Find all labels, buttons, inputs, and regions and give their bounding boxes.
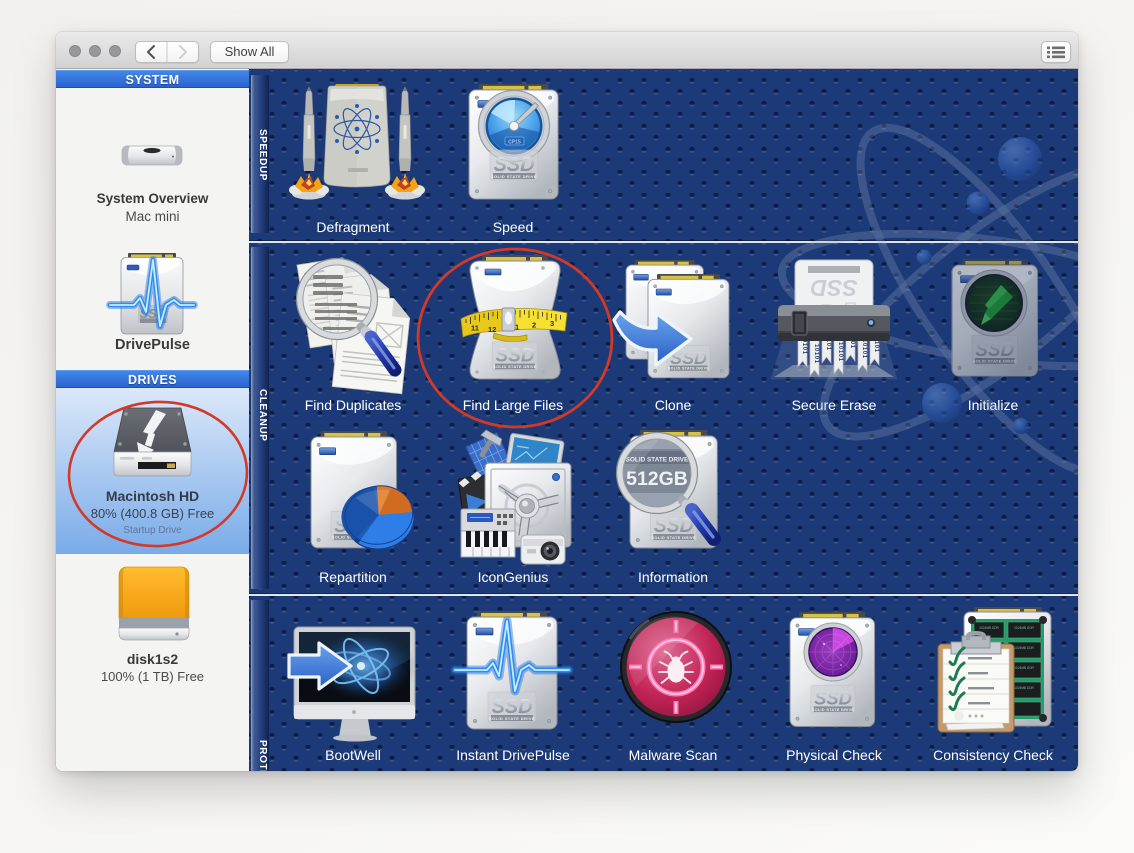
svg-text:1024MB DDR: 1024MB DDR: [1014, 626, 1034, 630]
svg-text:1: 1: [515, 323, 519, 332]
svg-text:512GB: 512GB: [626, 468, 688, 490]
svg-text:CP15: CP15: [508, 140, 521, 146]
svg-text:1024MB DDR: 1024MB DDR: [1014, 686, 1034, 690]
svg-text:1024MB DDR: 1024MB DDR: [1014, 666, 1034, 670]
svg-text:12: 12: [488, 325, 496, 334]
svg-text:11: 11: [471, 324, 479, 333]
svg-text:1024MB DDR: 1024MB DDR: [1014, 646, 1034, 650]
svg-text:3: 3: [550, 319, 554, 328]
svg-text:1024MB DDR: 1024MB DDR: [979, 626, 999, 630]
svg-text:SSD: SSD: [810, 275, 857, 301]
svg-text:2: 2: [532, 321, 536, 330]
